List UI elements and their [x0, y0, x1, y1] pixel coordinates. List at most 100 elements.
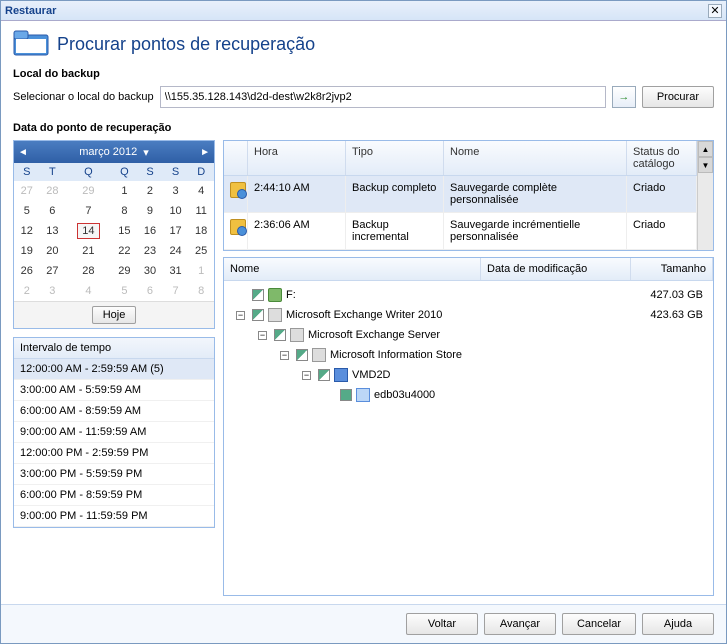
calendar-day[interactable]: 5: [112, 281, 138, 301]
time-interval-row[interactable]: 6:00:00 PM - 8:59:59 PM: [14, 485, 214, 506]
today-button[interactable]: Hoje: [92, 306, 137, 324]
time-interval-row[interactable]: 3:00:00 PM - 5:59:59 PM: [14, 464, 214, 485]
tree-row[interactable]: F:427.03 GB: [224, 285, 713, 305]
tree-col-date[interactable]: Data de modificação: [481, 258, 631, 280]
calendar-day[interactable]: 23: [137, 241, 163, 261]
recovery-points-grid: Hora Tipo Nome Status do catálogo 2:44:1…: [223, 140, 714, 251]
browse-button[interactable]: Procurar: [642, 86, 714, 108]
node-icon: [334, 368, 348, 382]
calendar-day[interactable]: 10: [163, 201, 189, 221]
grid-col-name[interactable]: Nome: [444, 141, 627, 175]
tree-toggle-icon[interactable]: −: [236, 311, 245, 320]
location-input[interactable]: [160, 86, 606, 108]
row-name: Sauvegarde incrémentielle personnalisée: [444, 213, 627, 249]
calendar-day[interactable]: 4: [65, 281, 111, 301]
tree-row[interactable]: −Microsoft Exchange Writer 2010423.63 GB: [224, 305, 713, 325]
calendar-day[interactable]: 29: [112, 261, 138, 281]
calendar-day[interactable]: 11: [188, 201, 214, 221]
tree-row[interactable]: −VMD2D: [224, 365, 713, 385]
calendar-day[interactable]: 17: [163, 221, 189, 241]
time-interval-row[interactable]: 9:00:00 PM - 11:59:59 PM: [14, 506, 214, 527]
calendar-day[interactable]: 27: [40, 261, 66, 281]
calendar-day[interactable]: 2: [137, 181, 163, 201]
calendar-day[interactable]: 25: [188, 241, 214, 261]
calendar-day[interactable]: 3: [163, 181, 189, 201]
tree-row[interactable]: edb03u4000: [224, 385, 713, 405]
calendar-day[interactable]: 1: [188, 261, 214, 281]
calendar-day[interactable]: 24: [163, 241, 189, 261]
grid-col-icon: [224, 141, 248, 175]
calendar-day[interactable]: 1: [112, 181, 138, 201]
calendar-day[interactable]: 31: [163, 261, 189, 281]
calendar-day[interactable]: 6: [40, 201, 66, 221]
calendar-day[interactable]: 14: [65, 221, 111, 241]
next-month-icon[interactable]: ►: [200, 147, 210, 158]
calendar-day[interactable]: 7: [163, 281, 189, 301]
tree-label: Microsoft Exchange Server: [308, 329, 440, 341]
calendar-day[interactable]: 28: [65, 261, 111, 281]
time-interval-row[interactable]: 3:00:00 AM - 5:59:59 AM: [14, 380, 214, 401]
tree-row[interactable]: − Microsoft Exchange Server: [224, 325, 713, 345]
tree-checkbox[interactable]: [274, 329, 286, 341]
tree-toggle-icon[interactable]: −: [302, 371, 311, 380]
calendar-day[interactable]: 18: [188, 221, 214, 241]
calendar-day[interactable]: 16: [137, 221, 163, 241]
next-button[interactable]: Avançar: [484, 613, 556, 635]
tree-toggle-icon[interactable]: −: [258, 331, 267, 340]
calendar-day[interactable]: 26: [14, 261, 40, 281]
calendar-day[interactable]: 27: [14, 181, 40, 201]
calendar-day[interactable]: 2: [14, 281, 40, 301]
grid-col-type[interactable]: Tipo: [346, 141, 444, 175]
calendar-day[interactable]: 22: [112, 241, 138, 261]
scroll-up-icon[interactable]: ▲: [698, 141, 713, 157]
cancel-button[interactable]: Cancelar: [562, 613, 636, 635]
tree-col-size[interactable]: Tamanho: [631, 258, 713, 280]
calendar-day[interactable]: 15: [112, 221, 138, 241]
tree-checkbox[interactable]: [252, 309, 264, 321]
time-interval-row[interactable]: 9:00:00 AM - 11:59:59 AM: [14, 422, 214, 443]
go-button[interactable]: →: [612, 86, 636, 108]
row-name: Sauvegarde complète personnalisée: [444, 176, 627, 212]
calendar-day[interactable]: 8: [112, 201, 138, 221]
tree-checkbox[interactable]: [318, 369, 330, 381]
scroll-down-icon[interactable]: ▼: [698, 157, 713, 173]
calendar-day[interactable]: 5: [14, 201, 40, 221]
calendar-day[interactable]: 30: [137, 261, 163, 281]
tree-row[interactable]: −Microsoft Information Store: [224, 345, 713, 365]
calendar-day[interactable]: 29: [65, 181, 111, 201]
grid-scrollbar[interactable]: ▲ ▼: [697, 141, 713, 250]
tree-checkbox[interactable]: [340, 389, 352, 401]
calendar-day[interactable]: 3: [40, 281, 66, 301]
calendar-day[interactable]: 8: [188, 281, 214, 301]
calendar-day[interactable]: 6: [137, 281, 163, 301]
recovery-point-row[interactable]: 2:44:10 AMBackup completoSauvegarde comp…: [224, 176, 697, 213]
calendar-day[interactable]: 20: [40, 241, 66, 261]
calendar-day[interactable]: 13: [40, 221, 66, 241]
calendar-day[interactable]: 7: [65, 201, 111, 221]
grid-col-time[interactable]: Hora: [248, 141, 346, 175]
close-icon[interactable]: ✕: [708, 4, 722, 18]
prev-month-icon[interactable]: ◄: [18, 147, 28, 158]
calendar-day[interactable]: 21: [65, 241, 111, 261]
time-intervals: Intervalo de tempo 12:00:00 AM - 2:59:59…: [13, 337, 215, 528]
back-button[interactable]: Voltar: [406, 613, 478, 635]
calendar-day[interactable]: 12: [14, 221, 40, 241]
calendar-month[interactable]: março 2012: [79, 146, 137, 158]
calendar-day[interactable]: 19: [14, 241, 40, 261]
recovery-point-row[interactable]: 2:36:06 AMBackup incrementalSauvegarde i…: [224, 213, 697, 250]
help-button[interactable]: Ajuda: [642, 613, 714, 635]
grid-col-status[interactable]: Status do catálogo: [627, 141, 697, 175]
chevron-down-icon[interactable]: ▾: [143, 146, 149, 159]
time-interval-row[interactable]: 12:00:00 PM - 2:59:59 PM: [14, 443, 214, 464]
tree-checkbox[interactable]: [296, 349, 308, 361]
time-interval-row[interactable]: 12:00:00 AM - 2:59:59 AM (5): [14, 359, 214, 380]
calendar-day[interactable]: 4: [188, 181, 214, 201]
calendar-day[interactable]: 28: [40, 181, 66, 201]
content: Procurar pontos de recuperação Local do …: [1, 21, 726, 604]
tree-col-name[interactable]: Nome: [224, 258, 481, 280]
time-interval-row[interactable]: 6:00:00 AM - 8:59:59 AM: [14, 401, 214, 422]
calendar-day[interactable]: 9: [137, 201, 163, 221]
tree-checkbox[interactable]: [252, 289, 264, 301]
tree-toggle-icon[interactable]: −: [280, 351, 289, 360]
location-row: Selecionar o local do backup → Procurar: [13, 86, 714, 108]
